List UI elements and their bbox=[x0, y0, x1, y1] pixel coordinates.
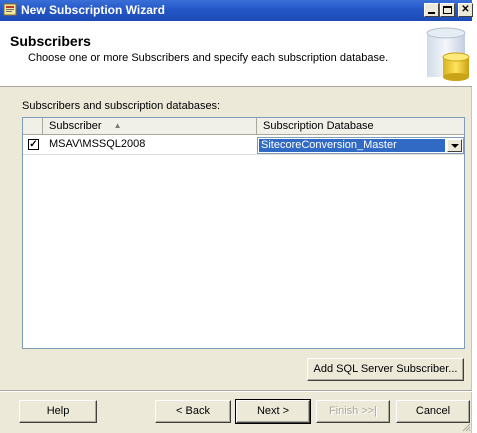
back-button[interactable]: < Back bbox=[155, 400, 231, 423]
subscribers-grid[interactable]: Subscriber ▲ Subscription Database ✓ MSAV… bbox=[22, 117, 465, 349]
wizard-header: Subscribers Choose one or more Subscribe… bbox=[0, 21, 472, 87]
close-button[interactable]: ✕ bbox=[458, 3, 473, 17]
maximize-button[interactable] bbox=[440, 3, 455, 17]
minimize-icon bbox=[428, 12, 435, 14]
grid-header-row: Subscriber ▲ Subscription Database bbox=[23, 118, 464, 135]
checkmark-icon: ✓ bbox=[29, 139, 38, 150]
wizard-window: New Subscription Wizard ✕ Subscribers Ch… bbox=[0, 0, 473, 433]
resize-grip-icon[interactable] bbox=[462, 423, 471, 432]
column-header-subscriber[interactable]: Subscriber ▲ bbox=[43, 118, 257, 135]
subscriber-checkbox[interactable]: ✓ bbox=[28, 139, 39, 150]
column-header-subscriber-label: Subscriber bbox=[49, 120, 102, 132]
page-title: Subscribers bbox=[10, 33, 91, 49]
sort-ascending-icon: ▲ bbox=[113, 121, 122, 130]
help-button[interactable]: Help bbox=[19, 400, 97, 423]
add-sql-server-subscriber-button[interactable]: Add SQL Server Subscriber... bbox=[307, 358, 464, 381]
footer-divider bbox=[0, 390, 472, 392]
chevron-down-icon[interactable] bbox=[447, 139, 462, 152]
minimize-button[interactable] bbox=[424, 3, 439, 17]
cancel-button[interactable]: Cancel bbox=[396, 400, 470, 423]
next-button[interactable]: Next > bbox=[235, 399, 311, 424]
window-title: New Subscription Wizard bbox=[21, 3, 165, 17]
title-bar[interactable]: New Subscription Wizard ✕ bbox=[0, 0, 473, 21]
close-icon: ✕ bbox=[461, 4, 470, 15]
subscribers-section-label: Subscribers and subscription databases: bbox=[22, 100, 221, 112]
wizard-app-icon bbox=[3, 3, 17, 16]
maximize-icon bbox=[443, 6, 452, 14]
finish-button: Finish >>| bbox=[316, 400, 390, 423]
database-cylinder-icon bbox=[426, 27, 470, 81]
subscriber-name-cell: MSAV\MSSQL2008 bbox=[49, 138, 146, 150]
column-header-select[interactable] bbox=[23, 118, 43, 135]
page-subtitle: Choose one or more Subscribers and speci… bbox=[28, 52, 389, 64]
subscription-database-select[interactable]: SitecoreConversion_Master bbox=[257, 137, 464, 154]
subscription-database-value: SitecoreConversion_Master bbox=[259, 139, 445, 152]
table-row[interactable]: ✓ MSAV\MSSQL2008 SitecoreConversion_Mast… bbox=[23, 135, 464, 155]
column-header-subscription-database[interactable]: Subscription Database bbox=[257, 118, 464, 135]
